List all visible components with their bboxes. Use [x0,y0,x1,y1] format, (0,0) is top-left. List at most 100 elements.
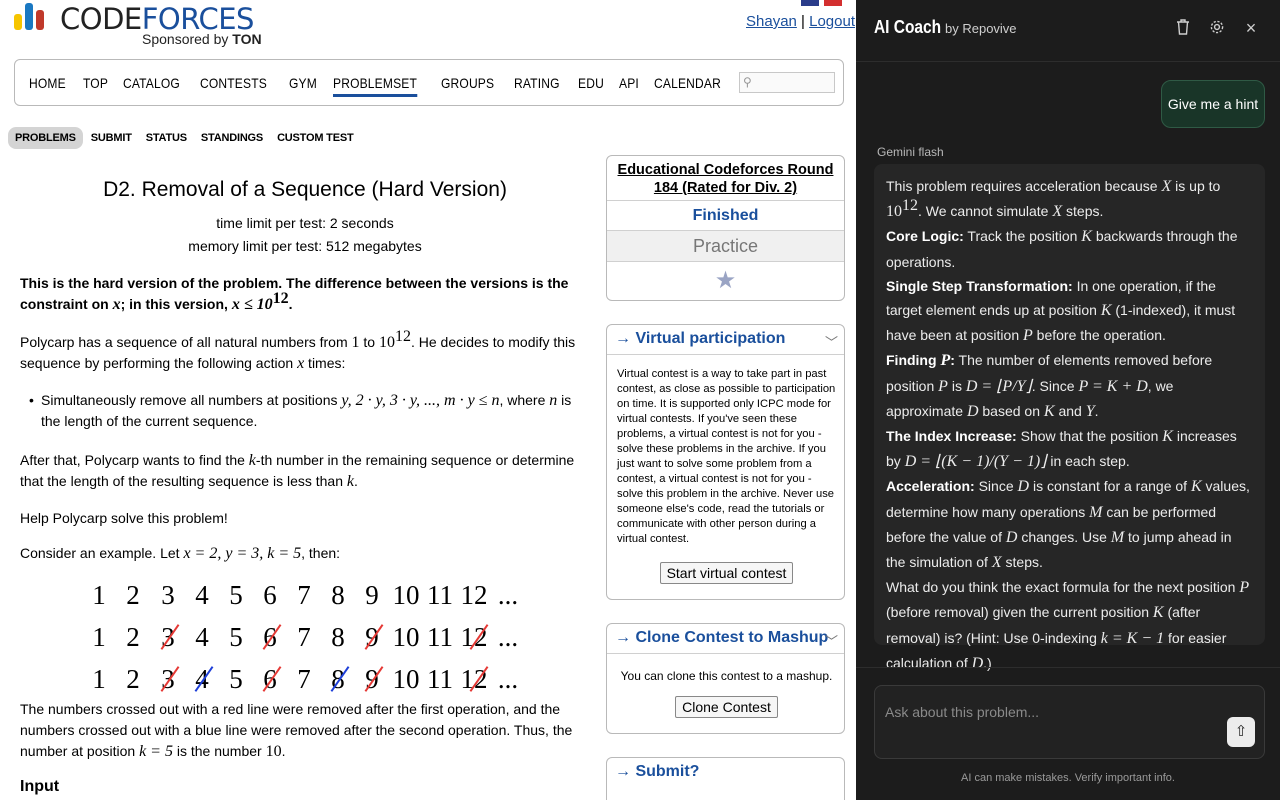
example-number: 5 [229,664,243,694]
russian-flag-icon[interactable] [824,0,842,6]
practice-link[interactable]: Practice [607,231,844,262]
example-number: 11 [427,622,453,652]
contest-status: Finished [607,201,844,231]
memory-limit: memory limit per test: 512 megabytes [188,238,422,254]
virtual-participation-box: → Virtual participation ﹀ Virtual contest… [606,324,845,600]
subnav-status[interactable]: STATUS [140,128,193,148]
ai-response-message: This problem requires acceleration becau… [874,164,1265,672]
nav-calendar[interactable]: CALENDAR [654,75,721,97]
example-number: 11 [427,580,453,610]
submit-header[interactable]: → Submit? [607,758,844,788]
example-number: ... [497,664,519,694]
ai-coach-title: AI Coach [874,17,942,37]
nav-rating[interactable]: RATING [514,75,560,97]
example-number: 11 [427,664,453,694]
start-virtual-contest-button[interactable]: Start virtual contest [659,562,794,584]
virtual-participation-header[interactable]: → Virtual participation ﹀ [607,325,844,355]
user-links: Shayan | Logout [746,13,856,30]
nav-contests[interactable]: CONTESTS [200,75,267,97]
example-number: 2 [126,622,140,652]
subnav-standings[interactable]: STANDINGS [195,128,269,148]
nav-top[interactable]: TOP [83,75,108,97]
example-row-2: 123456789101112... [0,622,560,652]
clone-contest-button[interactable]: Clone Contest [675,696,778,718]
chat-input-placeholder: Ask about this problem... [885,704,1040,720]
contest-box: Educational Codeforces Round 184 (Rated … [606,155,845,301]
example-number: ... [497,580,519,610]
example-number: 8 [331,580,345,610]
search-input[interactable]: ⚲ [739,72,835,93]
user-profile-link[interactable]: Shayan [746,13,797,30]
main-menu: HOME TOP CATALOG CONTESTS GYM PROBLEMSET GROUP… [14,59,844,106]
gear-icon[interactable] [1208,19,1226,37]
arrow-up-icon: ⇧ [1234,723,1248,740]
example-number: 8 [331,622,345,652]
example-number: 2 [126,580,140,610]
example-row-3: 123456789101112... [0,664,560,694]
example-number: 5 [229,622,243,652]
disclaimer: AI can make mistakes. Verify important i… [961,772,1175,784]
english-flag-icon[interactable] [801,0,819,6]
chevron-down-icon: ﹀ [824,335,838,350]
example-number: 5 [229,580,243,610]
clone-contest-text: You can clone this contest to a mashup. [620,669,833,683]
clone-contest-header[interactable]: → Clone Contest to Mashup ﹀ [607,624,844,654]
subnav-submit[interactable]: SUBMIT [85,128,138,148]
example-number: 7 [297,622,311,652]
example-row-1: 1 2 3 4 5 6 7 8 9 10 11 12... [0,580,560,610]
problem-subnav: PROBLEMS SUBMIT STATUS STANDINGS CUSTOM TEST [8,127,362,149]
example-number: 2 [126,664,140,694]
nav-problemset[interactable]: PROBLEMSET [332,75,417,97]
virtual-participation-text: Virtual contest is a way to take part in… [617,368,836,545]
ai-coach-byline: by Repovive [945,21,1017,36]
input-heading: Input [20,778,60,795]
model-label: Gemini flash [877,145,944,159]
star-favorite-icon[interactable]: ★ [607,262,844,300]
example-number: 12 [460,580,488,610]
nav-gym[interactable]: GYM [289,75,317,97]
example-number: 7 [297,580,311,610]
search-icon: ⚲ [743,75,752,89]
nav-api[interactable]: API [619,75,639,97]
example-number: 10 [392,622,420,652]
statement-paragraph-1: Polycarp has a sequence of all natural n… [20,328,576,373]
version-note: This is the hard version of the problem.… [20,275,569,313]
chat-input-box[interactable]: Ask about this problem... ⇧ [874,685,1265,759]
subnav-problems[interactable]: PROBLEMS [8,127,83,149]
clone-contest-box: → Clone Contest to Mashup ﹀ You can clone… [606,623,845,734]
statement-bullet: • Simultaneously remove all numbers at po… [29,392,572,429]
time-limit: time limit per test: 2 seconds [216,215,394,231]
statement-paragraph-4: Consider an example. Let x = 2, y = 3, k… [20,545,341,562]
nav-catalog[interactable]: CATALOG [123,75,180,97]
nav-groups[interactable]: GROUPS [441,75,494,97]
ai-coach-header: AI Coach by Repovive × [856,0,1280,62]
example-number: 1 [92,664,106,694]
close-icon[interactable]: × [1242,19,1260,37]
ai-coach-panel: AI Coach by Repovive × Give me a hint Ge… [856,0,1280,800]
example-number: 7 [297,664,311,694]
problem-title: D2. Removal of a Sequence (Hard Version) [103,178,507,201]
example-number: 9 [365,580,379,610]
divider [856,667,1280,668]
logout-link[interactable]: Logout [809,13,855,30]
example-number: 3 [161,580,175,610]
nav-home[interactable]: HOME [29,75,66,97]
contest-name-link[interactable]: Educational Codeforces Round 184 (Rated … [607,156,844,201]
example-number: 10 [392,580,420,610]
language-flags[interactable] [801,0,845,6]
statement-paragraph-5: The numbers crossed out with a red line … [20,701,573,760]
submit-box: → Submit? [606,757,845,800]
logo-bars-icon [14,0,52,30]
statement-paragraph-2: After that, Polycarp wants to find the k… [20,452,575,490]
send-button[interactable]: ⇧ [1227,717,1255,747]
chevron-down-icon: ﹀ [824,634,838,649]
example-number: ... [497,622,519,652]
give-me-a-hint-button[interactable]: Give me a hint [1161,80,1265,128]
trash-icon[interactable] [1174,19,1192,37]
subnav-custom-test[interactable]: CUSTOM TEST [271,128,359,148]
example-number: 4 [195,580,209,610]
example-number: 10 [392,664,420,694]
nav-edu[interactable]: EDU [578,75,604,97]
main-menu-items: HOME TOP CATALOG CONTESTS GYM PROBLEMSET GROUP… [29,75,791,97]
codeforces-page: CODEFORCES Sponsored by TON Shayan | Log… [0,0,856,800]
